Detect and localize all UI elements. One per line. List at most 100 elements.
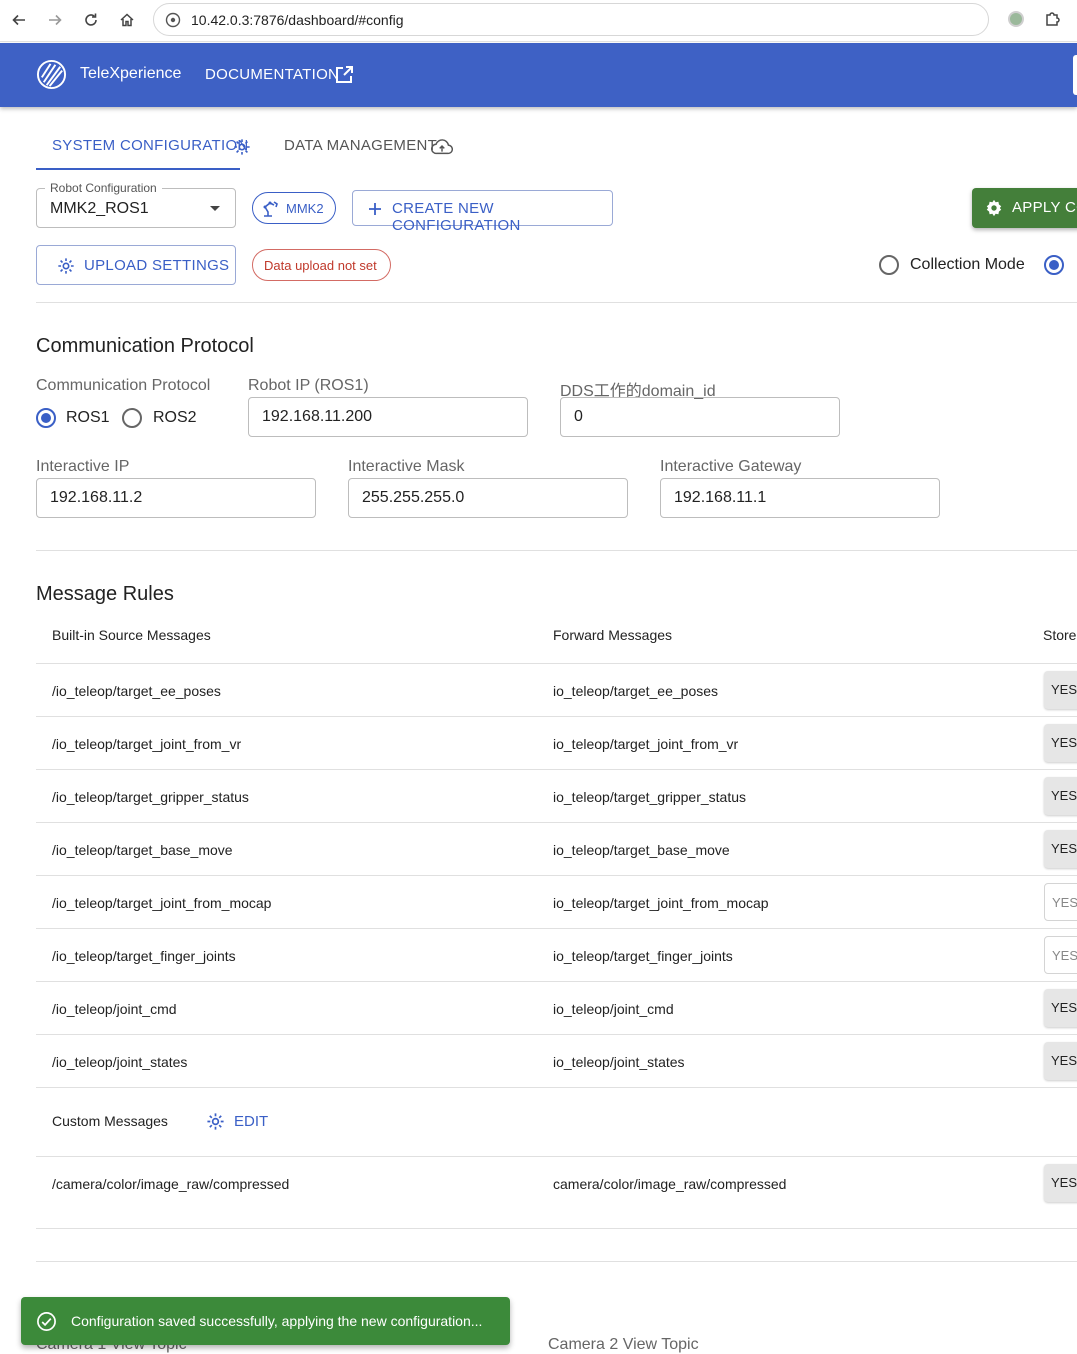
divider: [36, 1261, 1077, 1262]
store-toggle-label: YES: [1051, 1000, 1077, 1015]
ros1-label[interactable]: ROS1: [66, 409, 110, 427]
store-toggle-button[interactable]: YES: [1044, 936, 1077, 974]
store-toggle-button[interactable]: YES: [1044, 724, 1077, 762]
source-message: /io_teleop/target_gripper_status: [52, 789, 249, 805]
interactive-gateway-value: 192.168.11.1: [674, 489, 767, 506]
collection-mode-radio[interactable]: [879, 255, 899, 275]
success-toast: Configuration saved successfully, applyi…: [21, 1297, 510, 1345]
table-row-divider: [36, 1228, 1077, 1229]
store-toggle-label: YES: [1051, 735, 1077, 750]
upload-settings-button[interactable]: UPLOAD SETTINGS: [36, 245, 236, 285]
ros2-label[interactable]: ROS2: [153, 409, 197, 427]
robot-model-chip[interactable]: MMK2: [252, 192, 336, 224]
interactive-mask-field[interactable]: 255.255.255.0: [348, 478, 628, 518]
documentation-link[interactable]: DOCUMENTATION: [205, 66, 339, 83]
column-header-source: Built-in Source Messages: [52, 627, 211, 643]
robot-arm-icon: [263, 201, 278, 217]
robot-configuration-select[interactable]: Robot Configuration MMK2_ROS1: [36, 181, 236, 228]
forward-message: io_teleop/target_joint_from_vr: [553, 736, 739, 752]
forward-message: camera/color/image_raw/compressed: [553, 1176, 787, 1192]
plus-icon: [369, 203, 381, 215]
forward-message: io_teleop/joint_cmd: [553, 1001, 674, 1017]
forward-arrow-icon[interactable]: [43, 8, 67, 32]
forward-message: io_teleop/joint_states: [553, 1054, 685, 1070]
forward-message: io_teleop/target_joint_from_mocap: [553, 895, 769, 911]
robot-ip-value: 192.168.11.200: [262, 408, 373, 425]
active-tab-indicator: [36, 168, 240, 170]
extensions-icon[interactable]: [1043, 9, 1063, 29]
address-bar[interactable]: 10.42.0.3:7876/dashboard/#config: [153, 3, 989, 36]
table-row-divider: [36, 1034, 1077, 1035]
app-bar: TeleXperience DOCUMENTATION: [0, 43, 1077, 107]
interactive-ip-label: Interactive IP: [36, 458, 130, 475]
browser-toolbar: 10.42.0.3:7876/dashboard/#config: [0, 0, 1077, 42]
source-message: /io_teleop/joint_states: [52, 1054, 188, 1070]
mode-option-radio[interactable]: [1044, 255, 1064, 275]
header-divider: [36, 663, 1077, 664]
source-message: /io_teleop/target_finger_joints: [52, 948, 236, 964]
site-info-icon[interactable]: [164, 11, 182, 29]
tab-data-management[interactable]: DATA MANAGEMENT: [284, 137, 437, 154]
store-toggle-button[interactable]: YES: [1044, 777, 1077, 815]
column-header-store: Store: [1043, 627, 1077, 643]
ros1-radio[interactable]: [36, 408, 56, 428]
create-new-configuration-label: CREATE NEW CONFIGURATION: [392, 200, 521, 234]
settings-cog-icon: [986, 199, 1002, 217]
back-arrow-icon[interactable]: [7, 8, 31, 32]
ros2-radio[interactable]: [122, 408, 142, 428]
table-row-divider: [36, 1087, 1077, 1088]
table-row-divider: [36, 875, 1077, 876]
column-header-forward: Forward Messages: [553, 627, 673, 643]
tab-system-configuration[interactable]: SYSTEM CONFIGURATION: [52, 137, 249, 154]
forward-message: io_teleop/target_gripper_status: [553, 789, 747, 805]
camera2-topic-label: Camera 2 View Topic: [548, 1336, 699, 1353]
apply-configuration-button[interactable]: APPLY CO: [972, 188, 1077, 228]
create-new-configuration-button[interactable]: CREATE NEW CONFIGURATION: [352, 190, 613, 234]
source-message: /io_teleop/target_joint_from_mocap: [52, 895, 272, 911]
custom-messages-label: Custom Messages: [52, 1113, 168, 1129]
store-toggle-button[interactable]: YES: [1044, 830, 1077, 868]
table-row-divider: [36, 716, 1077, 717]
store-toggle-label: YES: [1051, 841, 1077, 856]
appbar-action-edge[interactable]: [1073, 55, 1077, 95]
app-brand-name[interactable]: TeleXperience: [80, 65, 181, 83]
source-message: /camera/color/image_raw/compressed: [52, 1176, 290, 1192]
external-link-icon[interactable]: [334, 65, 354, 85]
cloud-upload-icon: [431, 139, 453, 155]
reload-icon[interactable]: [79, 8, 103, 32]
interactive-gateway-field[interactable]: 192.168.11.1: [660, 478, 940, 518]
chevron-down-icon: [210, 206, 220, 211]
brand-logo-icon[interactable]: [36, 59, 67, 90]
interactive-gateway-label: Interactive Gateway: [660, 458, 802, 475]
edit-custom-messages-button[interactable]: EDIT: [234, 1113, 268, 1130]
interactive-ip-field[interactable]: 192.168.11.2: [36, 478, 316, 518]
gear-icon[interactable]: [206, 1112, 225, 1131]
store-toggle-button[interactable]: YES: [1044, 1164, 1077, 1202]
robot-ip-field[interactable]: 192.168.11.200: [248, 397, 528, 437]
store-toggle-label: YES: [1052, 948, 1077, 963]
interactive-ip-value: 192.168.11.2: [50, 489, 143, 506]
communication-protocol-label: Communication Protocol: [36, 377, 211, 394]
store-toggle-label: YES: [1051, 682, 1077, 697]
store-toggle-button[interactable]: YES: [1044, 671, 1077, 709]
gear-icon: [58, 258, 74, 274]
upload-status-text: Data upload not set: [264, 258, 377, 273]
store-toggle-button[interactable]: YES: [1044, 883, 1077, 921]
robot-ip-label: Robot IP (ROS1): [248, 377, 369, 394]
home-icon[interactable]: [115, 8, 139, 32]
gear-icon: [234, 139, 250, 155]
interactive-mask-value: 255.255.255.0: [362, 489, 465, 506]
table-row-divider: [36, 928, 1077, 929]
collection-mode-label[interactable]: Collection Mode: [910, 256, 1025, 274]
source-message: /io_teleop/joint_cmd: [52, 1001, 177, 1017]
toast-message: Configuration saved successfully, applyi…: [71, 1313, 483, 1329]
dds-domain-id-field[interactable]: 0: [560, 397, 840, 437]
store-toggle-button[interactable]: YES: [1044, 1042, 1077, 1080]
forward-message: io_teleop/target_ee_poses: [553, 683, 719, 699]
store-toggle-button[interactable]: YES: [1044, 989, 1077, 1027]
url-text[interactable]: 10.42.0.3:7876/dashboard/#config: [191, 12, 404, 28]
profile-status-icon[interactable]: [1008, 11, 1024, 27]
table-row-divider: [36, 981, 1077, 982]
robot-model-chip-label: MMK2: [286, 201, 324, 216]
custom-divider: [36, 1156, 1077, 1157]
